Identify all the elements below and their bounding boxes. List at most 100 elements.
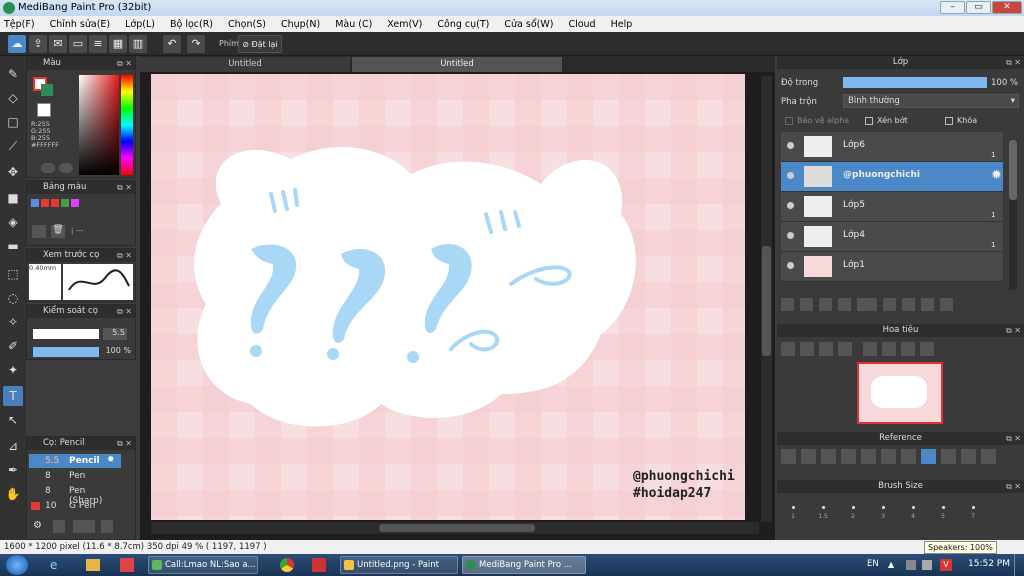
operation-tool-icon[interactable]: ↖ <box>3 410 23 430</box>
new-layer-icon[interactable] <box>781 298 794 311</box>
select-pen-icon[interactable]: ✐ <box>3 336 23 356</box>
layer-row-lop1[interactable]: Lớp1 <box>781 252 1003 282</box>
tab-untitled-2[interactable]: Untitled <box>352 57 562 72</box>
merge-icon[interactable] <box>921 298 934 311</box>
menu-color[interactable]: Màu (C) <box>335 19 372 30</box>
redo-icon[interactable]: ↷ <box>187 35 205 53</box>
reference-fit-icon[interactable] <box>861 449 876 464</box>
bucket-tool-icon[interactable]: ◈ <box>3 212 23 232</box>
minimize-button[interactable]: – <box>940 1 965 14</box>
background-swatch[interactable] <box>41 84 53 96</box>
delete-layer-icon[interactable] <box>940 298 953 311</box>
new-layer-2-icon[interactable] <box>800 298 813 311</box>
pen-tool-icon[interactable]: ✒ <box>3 460 23 480</box>
menu-layer[interactable]: Lớp(L) <box>125 19 155 30</box>
move-tool-icon[interactable]: ✥ <box>3 162 23 182</box>
gear-icon[interactable]: ✹ <box>991 168 1002 183</box>
chrome-icon[interactable] <box>280 558 294 572</box>
antivirus-icon[interactable]: V <box>940 559 952 571</box>
brush-size-value[interactable]: 5.5 <box>103 328 127 340</box>
language-indicator[interactable]: EN <box>867 559 879 569</box>
horizontal-scrollbar[interactable] <box>151 522 759 534</box>
shape-tool-icon[interactable]: □ <box>3 112 23 132</box>
brush-size-cell[interactable]: 3 <box>869 498 897 526</box>
layer-row-phuongchichi[interactable]: @phuongchichi ✹ <box>781 162 1003 192</box>
rotate-left-icon[interactable] <box>863 342 877 356</box>
brush-size-cell[interactable]: 4 <box>899 498 927 526</box>
panels-icon[interactable]: ▥ <box>129 35 147 53</box>
palette-swatch[interactable] <box>41 199 49 207</box>
tray-expand-icon[interactable]: ▲ <box>888 560 894 569</box>
media-player-icon[interactable] <box>120 558 134 572</box>
brush-opacity-value[interactable]: 100 % <box>103 346 131 358</box>
text-tool-icon[interactable]: T <box>3 386 23 406</box>
reference-open-icon[interactable] <box>781 449 796 464</box>
new-layer-4-icon[interactable] <box>838 298 851 311</box>
brush-item-g-pen[interactable]: 10 G Pen <box>29 499 121 513</box>
brush-menu-icon[interactable] <box>73 520 95 533</box>
flag-icon[interactable] <box>922 560 932 570</box>
reference-zoom-in-icon[interactable] <box>841 449 856 464</box>
internet-explorer-icon[interactable]: e <box>50 558 64 572</box>
export-icon[interactable]: ⇪ <box>29 35 47 53</box>
reference-zoom-out-icon[interactable] <box>881 449 896 464</box>
fit-icon[interactable] <box>819 342 833 356</box>
zoom-in-icon[interactable] <box>781 342 795 356</box>
reference-close-icon[interactable] <box>821 449 836 464</box>
undo-icon[interactable]: ↶ <box>163 35 181 53</box>
eraser-tool-icon[interactable]: ◇ <box>3 88 23 108</box>
brush-size-cell[interactable]: 1.5 <box>809 498 837 526</box>
menu-file[interactable]: Tệp(F) <box>4 19 35 30</box>
brush-opacity-slider[interactable] <box>33 347 99 357</box>
maximize-button[interactable]: ▭ <box>966 1 991 14</box>
reset-button[interactable]: ⊘ Đặt lại <box>238 35 282 53</box>
duplicate-icon[interactable] <box>902 298 915 311</box>
brush-add-icon[interactable]: ⚙ <box>33 520 42 531</box>
lasso-tool-icon[interactable]: ◌ <box>3 288 23 308</box>
brush-item-pen-sharp[interactable]: 8 Pen (Sharp) <box>29 484 121 506</box>
layer-scrollbar[interactable] <box>1009 140 1017 290</box>
hand-tool-icon[interactable]: ✋ <box>3 484 23 504</box>
protect-alpha-checkbox[interactable] <box>785 117 793 125</box>
brush-size-cell[interactable]: 1 <box>779 498 807 526</box>
chat-icon[interactable]: ✉ <box>49 35 67 53</box>
palette-menu[interactable]: | --- <box>71 227 83 235</box>
menu-edit[interactable]: Chỉnh sửa(E) <box>50 19 111 30</box>
reference-eyedropper-icon[interactable] <box>901 449 916 464</box>
brush-new-icon[interactable] <box>53 520 65 533</box>
line-tool-icon[interactable]: ⟋ <box>3 136 23 156</box>
reference-folder-icon[interactable] <box>801 449 816 464</box>
visibility-icon[interactable] <box>787 232 794 239</box>
eyedropper-tool-icon[interactable]: ⊿ <box>3 436 23 456</box>
reference-rotate-right-icon[interactable] <box>981 449 996 464</box>
brush-tool-icon[interactable]: ✎ <box>3 64 23 84</box>
fill-rect-tool-icon[interactable]: ■ <box>3 188 23 208</box>
visibility-icon[interactable] <box>787 172 794 179</box>
clock[interactable]: 15:52 PM <box>968 559 1010 569</box>
reference-rotate-reset-icon[interactable] <box>961 449 976 464</box>
taskbar-item-medibang[interactable]: MediBang Paint Pro ... <box>462 556 586 574</box>
vertical-scrollbar[interactable] <box>761 76 772 522</box>
rotate-reset-icon[interactable] <box>882 342 896 356</box>
zoom-in-icon[interactable] <box>800 342 814 356</box>
brush-size-cell[interactable]: 5 <box>929 498 957 526</box>
add-layer-menu-icon[interactable] <box>857 298 877 311</box>
palette-swatch[interactable] <box>61 199 69 207</box>
color-mode-toggle[interactable] <box>41 163 55 173</box>
rotate-right-icon[interactable] <box>901 342 915 356</box>
panel-float-icon[interactable]: ⧉ ✕ <box>1006 432 1021 445</box>
cloud-icon[interactable]: ☁ <box>8 35 26 53</box>
visibility-icon[interactable] <box>787 262 794 269</box>
new-palette-icon[interactable] <box>32 225 46 238</box>
brush-size-cell[interactable]: 7 <box>959 498 987 526</box>
transparent-swatch[interactable] <box>37 103 51 117</box>
menu-capture[interactable]: Chụp(N) <box>281 19 320 30</box>
palette-swatch[interactable] <box>51 199 59 207</box>
palette-swatch[interactable] <box>71 199 79 207</box>
visibility-icon[interactable] <box>787 202 794 209</box>
magic-wand-icon[interactable]: ✧ <box>3 312 23 332</box>
panel-float-icon[interactable]: ⧉ ✕ <box>1006 324 1021 337</box>
blend-mode-select[interactable]: Bình thường ▾ <box>843 94 1019 108</box>
app-icon-red[interactable] <box>312 558 326 572</box>
select-tool-icon[interactable]: ⬚ <box>3 264 23 284</box>
